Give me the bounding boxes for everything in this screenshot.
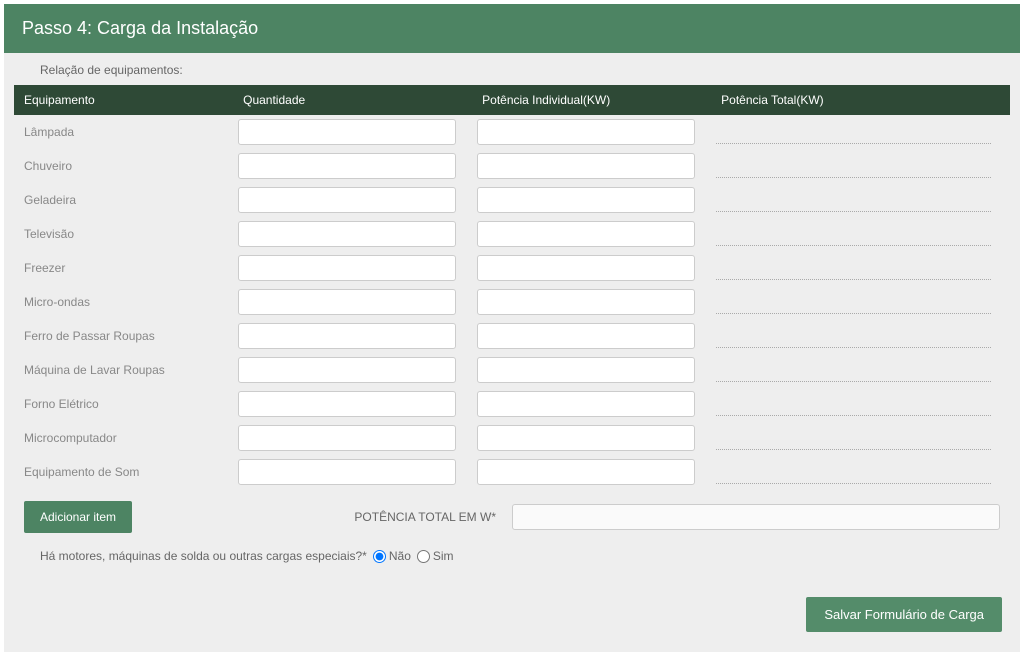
- total-power-cell: [716, 324, 990, 348]
- quantity-input[interactable]: [238, 255, 456, 281]
- equipment-name: Micro-ondas: [14, 285, 233, 319]
- special-loads-question: Há motores, máquinas de solda ou outras …: [40, 549, 367, 563]
- save-form-button[interactable]: Salvar Formulário de Carga: [806, 597, 1002, 632]
- quantity-input[interactable]: [238, 391, 456, 417]
- total-power-cell: [716, 188, 990, 212]
- equipment-table: Equipamento Quantidade Potência Individu…: [14, 85, 1010, 489]
- quantity-input[interactable]: [238, 357, 456, 383]
- equipment-name: Forno Elétrico: [14, 387, 233, 421]
- equipment-name: Chuveiro: [14, 149, 233, 183]
- individual-power-input[interactable]: [477, 187, 695, 213]
- quantity-input[interactable]: [238, 187, 456, 213]
- equipment-name: Geladeira: [14, 183, 233, 217]
- equipment-table-wrap: Equipamento Quantidade Potência Individu…: [4, 85, 1020, 489]
- total-power-cell: [716, 290, 990, 314]
- table-header-row: Equipamento Quantidade Potência Individu…: [14, 85, 1010, 115]
- total-power-cell: [716, 154, 990, 178]
- total-power-cell: [716, 460, 990, 484]
- equipment-name: Máquina de Lavar Roupas: [14, 353, 233, 387]
- table-row: Geladeira: [14, 183, 1010, 217]
- individual-power-input[interactable]: [477, 425, 695, 451]
- table-row: Freezer: [14, 251, 1010, 285]
- radio-no-label[interactable]: Não: [373, 549, 411, 563]
- quantity-input[interactable]: [238, 425, 456, 451]
- quantity-input[interactable]: [238, 221, 456, 247]
- table-row: Equipamento de Som: [14, 455, 1010, 489]
- actions-row: Adicionar item POTÊNCIA TOTAL EM W*: [4, 489, 1020, 541]
- total-power-cell: [716, 358, 990, 382]
- individual-power-input[interactable]: [477, 119, 695, 145]
- individual-power-input[interactable]: [477, 391, 695, 417]
- quantity-input[interactable]: [238, 289, 456, 315]
- col-individual-power: Potência Individual(KW): [472, 85, 711, 115]
- quantity-input[interactable]: [238, 323, 456, 349]
- equipment-name: Microcomputador: [14, 421, 233, 455]
- col-total-power: Potência Total(KW): [711, 85, 1010, 115]
- individual-power-input[interactable]: [477, 289, 695, 315]
- page-header: Passo 4: Carga da Instalação: [4, 4, 1020, 53]
- col-equipment: Equipamento: [14, 85, 233, 115]
- table-row: Microcomputador: [14, 421, 1010, 455]
- equipment-name: Lâmpada: [14, 115, 233, 149]
- table-row: Chuveiro: [14, 149, 1010, 183]
- individual-power-input[interactable]: [477, 153, 695, 179]
- table-row: Micro-ondas: [14, 285, 1010, 319]
- equipment-name: Televisão: [14, 217, 233, 251]
- quantity-input[interactable]: [238, 119, 456, 145]
- total-power-cell: [716, 120, 990, 144]
- total-power-label: POTÊNCIA TOTAL EM W*: [354, 510, 502, 524]
- quantity-input[interactable]: [238, 153, 456, 179]
- equipment-name: Ferro de Passar Roupas: [14, 319, 233, 353]
- table-row: Máquina de Lavar Roupas: [14, 353, 1010, 387]
- individual-power-input[interactable]: [477, 323, 695, 349]
- add-item-button[interactable]: Adicionar item: [24, 501, 132, 533]
- table-row: Forno Elétrico: [14, 387, 1010, 421]
- page-title: Passo 4: Carga da Instalação: [22, 18, 258, 38]
- table-row: Televisão: [14, 217, 1010, 251]
- total-power-cell: [716, 222, 990, 246]
- radio-yes-text: Sim: [433, 549, 454, 563]
- radio-no-text: Não: [389, 549, 411, 563]
- form-content: Relação de equipamentos: Equipamento Qua…: [4, 53, 1020, 652]
- equipment-name: Equipamento de Som: [14, 455, 233, 489]
- total-power-cell: [716, 426, 990, 450]
- radio-yes[interactable]: [417, 550, 430, 563]
- save-row: Salvar Formulário de Carga: [4, 571, 1020, 640]
- individual-power-input[interactable]: [477, 357, 695, 383]
- radio-no[interactable]: [373, 550, 386, 563]
- individual-power-input[interactable]: [477, 255, 695, 281]
- special-loads-row: Há motores, máquinas de solda ou outras …: [4, 541, 1020, 571]
- total-power-cell: [716, 256, 990, 280]
- radio-yes-label[interactable]: Sim: [417, 549, 454, 563]
- col-quantity: Quantidade: [233, 85, 472, 115]
- individual-power-input[interactable]: [477, 221, 695, 247]
- table-row: Ferro de Passar Roupas: [14, 319, 1010, 353]
- individual-power-input[interactable]: [477, 459, 695, 485]
- total-power-input[interactable]: [512, 504, 1000, 530]
- equipment-name: Freezer: [14, 251, 233, 285]
- quantity-input[interactable]: [238, 459, 456, 485]
- total-power-cell: [716, 392, 990, 416]
- section-label: Relação de equipamentos:: [4, 53, 1020, 85]
- table-row: Lâmpada: [14, 115, 1010, 149]
